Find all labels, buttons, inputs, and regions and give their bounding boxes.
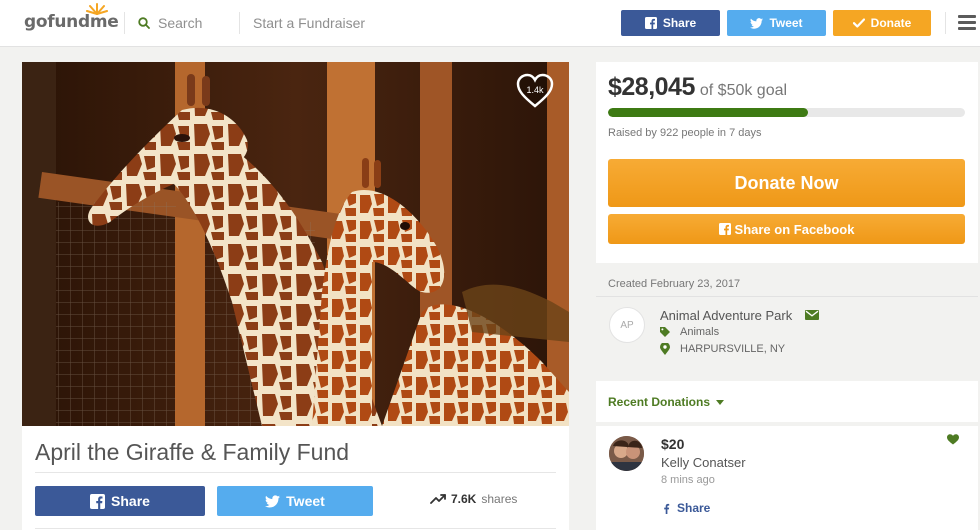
donation-time: 8 mins ago bbox=[661, 474, 715, 486]
donation-amount: $20 bbox=[661, 436, 685, 452]
donation-list-item: $20 Kelly Conatser 8 mins ago Share bbox=[596, 426, 978, 530]
logo-text: gofundme bbox=[24, 12, 119, 32]
hamburger-menu-icon[interactable] bbox=[958, 15, 976, 31]
progress-bar-fill bbox=[608, 108, 808, 117]
share-on-facebook-label: Share on Facebook bbox=[734, 221, 855, 237]
tweet-label: Tweet bbox=[286, 493, 325, 509]
campaign-title: April the Giraffe & Family Fund bbox=[35, 439, 350, 465]
heart-icon[interactable] bbox=[947, 434, 959, 445]
header-donate-label: Donate bbox=[870, 16, 912, 30]
favorite-button[interactable]: 1.4k bbox=[515, 72, 555, 110]
shares-number: 7.6K bbox=[451, 492, 477, 506]
divider bbox=[596, 296, 978, 297]
envelope-icon[interactable] bbox=[805, 310, 819, 320]
facebook-icon bbox=[90, 493, 106, 509]
facebook-icon bbox=[644, 17, 657, 29]
tag-icon bbox=[660, 327, 670, 337]
twitter-icon bbox=[265, 494, 281, 507]
facebook-share-label: Share bbox=[111, 493, 150, 509]
recent-donations-toggle[interactable]: Recent Donations bbox=[608, 395, 725, 409]
location-label: HARPURSVILLE, NY bbox=[680, 343, 786, 355]
header-share-button[interactable]: Share bbox=[621, 10, 720, 36]
search-field[interactable]: Search bbox=[138, 15, 202, 31]
header-divider bbox=[124, 12, 125, 34]
organizer-name[interactable]: Animal Adventure Park bbox=[660, 308, 792, 323]
raised-by-text: Raised by 922 people in 7 days bbox=[608, 127, 762, 139]
facebook-icon bbox=[664, 503, 670, 514]
twitter-icon bbox=[750, 17, 764, 29]
donation-progress-card: $28,045 of $50k goal Raised by 922 peopl… bbox=[596, 62, 978, 263]
organizer-avatar: AP bbox=[609, 307, 645, 343]
header-donate-button[interactable]: Donate bbox=[833, 10, 931, 36]
giraffe-photo bbox=[22, 62, 569, 426]
donor-name: Kelly Conatser bbox=[661, 455, 746, 470]
divider bbox=[35, 472, 556, 473]
caret-down-icon bbox=[716, 399, 725, 405]
raised-amount: $28,045 bbox=[608, 73, 695, 101]
search-label: Search bbox=[158, 15, 203, 31]
donation-share-button[interactable]: Share bbox=[661, 501, 710, 515]
raised-summary: $28,045 of $50k goal bbox=[608, 73, 787, 102]
header-tweet-label: Tweet bbox=[769, 16, 803, 30]
tweet-button[interactable]: Tweet bbox=[217, 486, 373, 516]
map-pin-icon bbox=[660, 343, 670, 355]
header-divider bbox=[239, 12, 240, 34]
donate-now-button[interactable]: Donate Now bbox=[608, 159, 965, 207]
checkmark-icon bbox=[852, 18, 865, 28]
share-on-facebook-button[interactable]: Share on Facebook bbox=[608, 214, 965, 244]
header-share-label: Share bbox=[662, 16, 697, 30]
goal-amount: of $50k goal bbox=[699, 82, 788, 99]
recent-donations-header: Recent Donations bbox=[596, 381, 978, 422]
trending-icon bbox=[430, 494, 446, 504]
start-fundraiser-link[interactable]: Start a Fundraiser bbox=[253, 15, 365, 31]
campaign-photo: 1.4k bbox=[22, 62, 569, 426]
gofundme-logo[interactable]: gofundme bbox=[24, 3, 119, 32]
donation-share-label: Share bbox=[677, 501, 711, 515]
created-date: Created February 23, 2017 bbox=[608, 278, 741, 290]
header-divider bbox=[945, 12, 946, 34]
header-tweet-button[interactable]: Tweet bbox=[727, 10, 826, 36]
campaign-card: 1.4k April the Giraffe & Family Fund Sha… bbox=[22, 62, 569, 530]
donor-avatar bbox=[609, 436, 644, 471]
organizer-location: HARPURSVILLE, NY bbox=[660, 343, 785, 355]
facebook-icon bbox=[718, 223, 731, 235]
favorites-count: 1.4k bbox=[526, 85, 544, 95]
donor-photo bbox=[609, 436, 644, 471]
category-label: Animals bbox=[680, 326, 720, 338]
recent-donations-title: Recent Donations bbox=[608, 395, 711, 409]
shares-suffix: shares bbox=[481, 492, 518, 506]
divider bbox=[35, 528, 556, 529]
logo-sun-icon bbox=[86, 3, 108, 15]
shares-count: 7.6K shares bbox=[430, 492, 517, 506]
progress-bar bbox=[608, 108, 965, 117]
facebook-share-button[interactable]: Share bbox=[35, 486, 205, 516]
search-icon bbox=[138, 17, 150, 29]
organizer-category: Animals bbox=[660, 326, 719, 338]
top-header: gofundme Search Start a Fundraiser Share bbox=[0, 0, 980, 47]
